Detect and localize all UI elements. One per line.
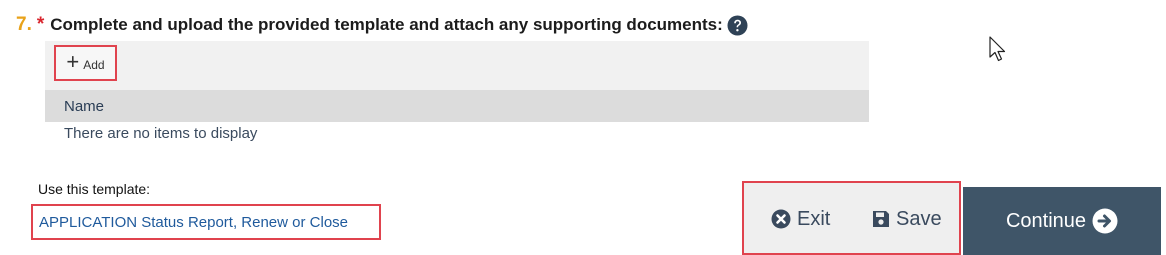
question-circle-icon[interactable] xyxy=(727,15,748,36)
continue-button-label: Continue xyxy=(1005,209,1087,232)
plus-icon: + xyxy=(66,49,80,74)
question-row: 7. * Complete and upload the provided te… xyxy=(16,14,748,36)
required-marker: * xyxy=(36,14,45,35)
continue-button[interactable]: Continue xyxy=(963,187,1161,255)
floppy-disk-icon xyxy=(873,211,889,227)
exit-button-label: Exit xyxy=(797,207,831,230)
exit-button[interactable]: Exit xyxy=(771,203,830,235)
template-link-highlight: APPLICATION Status Report, Renew or Clos… xyxy=(31,204,381,240)
column-header-name[interactable]: Name xyxy=(64,98,104,115)
times-circle-icon xyxy=(771,209,791,229)
grid-header: Name xyxy=(45,90,869,122)
question-number: 7. xyxy=(16,14,32,35)
question-text: Complete and upload the provided templat… xyxy=(50,15,723,34)
mouse-cursor-icon xyxy=(989,36,1006,62)
page: 7. * Complete and upload the provided te… xyxy=(0,0,1166,255)
save-button[interactable]: Save xyxy=(872,203,942,235)
arrow-circle-right-icon xyxy=(1092,208,1118,234)
empty-message: There are no items to display xyxy=(64,125,258,142)
add-button[interactable]: + Add xyxy=(54,45,117,81)
template-label: Use this template: xyxy=(38,181,151,197)
grid-toolbar: + Add xyxy=(45,41,869,90)
attachments-grid: + Add Name There are no items to display xyxy=(45,41,869,142)
add-button-label: Add xyxy=(83,57,105,72)
template-link[interactable]: APPLICATION Status Report, Renew or Clos… xyxy=(39,214,348,231)
save-button-label: Save xyxy=(896,207,942,230)
exit-save-group: Exit Save xyxy=(742,181,961,255)
